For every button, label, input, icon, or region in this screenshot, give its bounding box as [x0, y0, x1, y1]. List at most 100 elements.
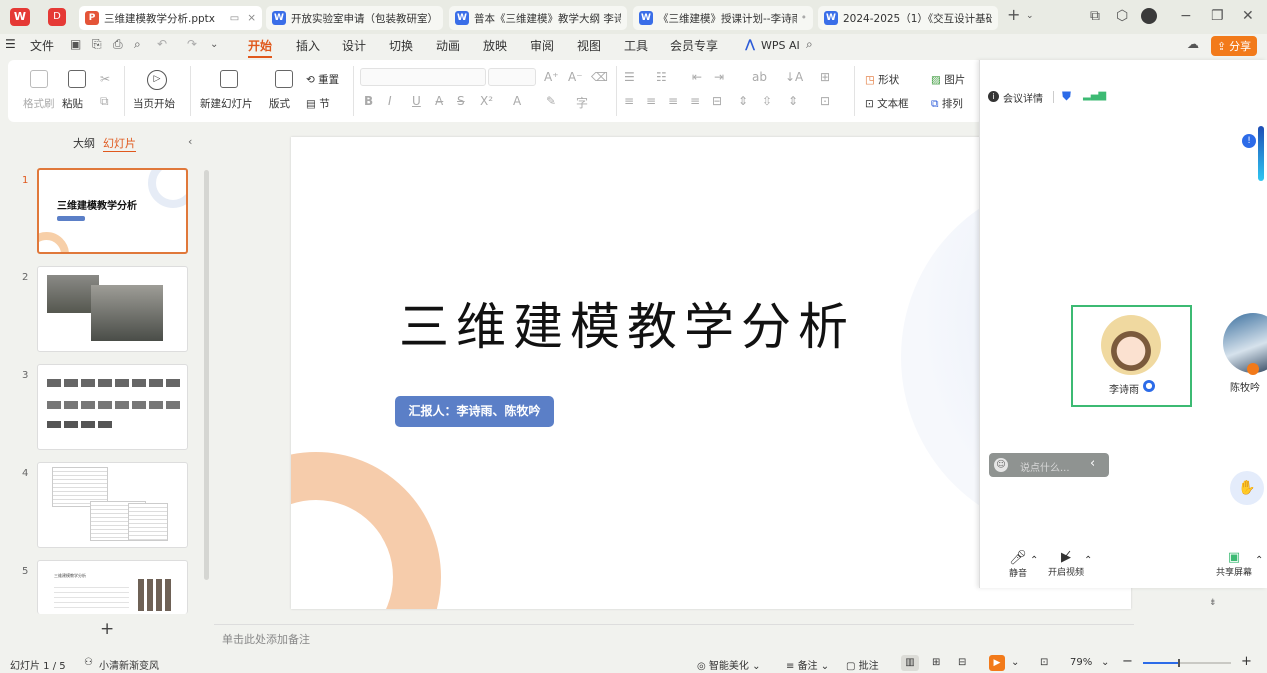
close-window-icon[interactable]: ✕	[1242, 8, 1254, 24]
tab-list-chevron-icon[interactable]: ⌄	[1026, 11, 1034, 21]
layout-icon[interactable]	[275, 70, 293, 88]
minimize-icon[interactable]: −	[1180, 8, 1192, 24]
strikethrough-icon[interactable]: A̶	[435, 94, 443, 108]
meeting-details-link[interactable]: 会议详情	[1003, 90, 1043, 105]
share-options-chevron-icon[interactable]: ⌃	[1255, 555, 1263, 566]
bullets-icon[interactable]: ☰	[624, 70, 635, 84]
line-spacing-icon[interactable]: ⇕	[738, 94, 748, 108]
tab-doc-2[interactable]: W 普本《三维建模》教学大纲 李诗	[449, 6, 627, 30]
format-painter-icon[interactable]	[30, 70, 48, 88]
cloud-upload-icon[interactable]: ☁	[1187, 37, 1199, 51]
print-icon[interactable]: ⎙	[113, 37, 123, 52]
text-direction-icon[interactable]: ab	[752, 70, 767, 84]
mute-options-chevron-icon[interactable]: ⌃	[1030, 555, 1038, 566]
tab-outline[interactable]: 大纲	[73, 135, 95, 151]
chat-bar[interactable]: ☺ 说点什么... ‹	[989, 453, 1109, 477]
notification-badge[interactable]: !	[1242, 134, 1256, 148]
share-button[interactable]: ⇪ 分享	[1211, 36, 1257, 56]
cube-icon[interactable]: ⬡	[1116, 8, 1128, 24]
next-slide-arrow-icon[interactable]: ⇟	[1209, 598, 1217, 608]
zoom-slider-thumb[interactable]	[1178, 659, 1181, 667]
notes-placeholder[interactable]: 单击此处添加备注	[222, 631, 310, 647]
collapse-panel-icon[interactable]: ‹	[188, 135, 192, 148]
video-options-chevron-icon[interactable]: ⌃	[1084, 555, 1092, 566]
shape-button[interactable]: ◳ 形状	[865, 72, 899, 87]
tab-doc-1[interactable]: W 开放实验室申请（包装教研室）.d	[266, 6, 443, 30]
font-shrink-icon[interactable]: A⁻	[568, 70, 583, 84]
menu-wps-ai[interactable]: WPS AI	[761, 39, 800, 52]
clear-format-icon[interactable]: ⌫	[591, 70, 608, 84]
zoom-chevron-icon[interactable]: ⌄	[1101, 657, 1109, 668]
fit-to-window-icon[interactable]: ⊡	[1040, 657, 1048, 668]
menu-insert[interactable]: 插入	[296, 37, 320, 54]
menu-design[interactable]: 设计	[342, 37, 366, 54]
menu-slideshow[interactable]: 放映	[483, 37, 507, 54]
chat-input-placeholder[interactable]: 说点什么...	[1020, 459, 1070, 474]
reset-button[interactable]: ⟲ 重置	[306, 72, 339, 87]
security-shield-icon[interactable]: ⛊	[1062, 89, 1071, 104]
arrange-button[interactable]: ⧉ 排列	[931, 96, 963, 111]
panel-scrollbar[interactable]	[204, 170, 209, 580]
menu-transition[interactable]: 切换	[389, 37, 413, 54]
pdf-app-icon[interactable]: D	[48, 8, 66, 26]
normal-view-icon[interactable]: ▥	[901, 655, 919, 671]
play-slideshow-button[interactable]: ▶	[989, 655, 1005, 671]
print-preview-icon[interactable]: ⌕	[134, 37, 141, 52]
emoji-icon[interactable]: ☺	[994, 458, 1008, 472]
columns-icon[interactable]: ⇕	[788, 94, 798, 108]
slide-thumbnail-2[interactable]	[37, 266, 188, 352]
tab-doc-4[interactable]: W 2024-2025（1）《交互设计基础	[818, 6, 998, 30]
shadow-icon[interactable]: S̶	[457, 94, 465, 108]
phonetic-icon[interactable]: 字	[576, 94, 588, 111]
raise-hand-button[interactable]: ✋	[1230, 471, 1264, 505]
reading-view-icon[interactable]: ⊟	[958, 657, 966, 668]
numbering-icon[interactable]: ☷	[656, 70, 667, 84]
participant-tile-speaking[interactable]: 李诗雨 ●	[1071, 305, 1192, 407]
user-avatar[interactable]	[1141, 8, 1157, 24]
redo-icon[interactable]: ↷	[187, 37, 197, 51]
menu-file[interactable]: 文件	[30, 37, 54, 54]
comments-button[interactable]: ▢ 批注	[846, 657, 879, 672]
sort-icon[interactable]: ↓A	[785, 70, 803, 84]
hamburger-icon[interactable]: ☰	[5, 37, 16, 51]
textbox-button[interactable]: ⊡ 文本框	[865, 96, 909, 111]
new-slide-button[interactable]: 新建幻灯片	[200, 96, 253, 111]
format-painter-button[interactable]: 格式刷	[23, 96, 55, 111]
menu-home[interactable]: 开始	[248, 37, 273, 58]
notes-area[interactable]	[214, 624, 1134, 650]
font-size-select[interactable]	[488, 68, 536, 86]
tab-doc-3[interactable]: W 《三维建模》授课计划--李诗雨 •	[633, 6, 813, 30]
theme-name[interactable]: 小清新渐变风	[99, 657, 159, 672]
copy-icon[interactable]: ⧉	[100, 94, 109, 109]
new-slide-icon[interactable]	[220, 70, 238, 88]
menu-view[interactable]: 视图	[577, 37, 601, 54]
wps-logo-icon[interactable]: W	[10, 8, 30, 26]
save-icon[interactable]: ▣	[70, 37, 81, 51]
zoom-level[interactable]: 79%	[1070, 657, 1092, 668]
search-icon[interactable]: ⌕	[806, 37, 813, 52]
reporter-label[interactable]: 汇报人：李诗雨、陈牧吟	[395, 396, 554, 427]
highlight-icon[interactable]: ✎	[546, 94, 556, 108]
underline-icon[interactable]: U	[412, 94, 421, 108]
convert-smartart-icon[interactable]: ⊞	[820, 70, 830, 84]
slide-thumbnail-5[interactable]: 三维建模教学分析	[37, 560, 188, 614]
zoom-slider[interactable]	[1143, 659, 1231, 667]
font-family-select[interactable]	[360, 68, 486, 86]
menu-member[interactable]: 会员专享	[670, 37, 718, 54]
zoom-in-icon[interactable]: +	[1241, 654, 1252, 669]
share-screen-button[interactable]: ▣ 共享屏幕	[1212, 550, 1256, 578]
slide-thumbnail-4[interactable]	[37, 462, 188, 548]
add-slide-button[interactable]: +	[100, 619, 114, 639]
bold-icon[interactable]: B	[364, 94, 373, 108]
start-from-current-button[interactable]: 当页开始	[133, 96, 175, 111]
window-switch-icon[interactable]: ⧉	[1090, 8, 1100, 24]
chat-collapse-icon[interactable]: ‹	[1090, 456, 1095, 471]
font-color-icon[interactable]: A	[513, 94, 521, 108]
slide-title[interactable]: 三维建模教学分析	[399, 287, 855, 359]
slideshow-options-chevron-icon[interactable]: ⌄	[1011, 657, 1019, 668]
slide-thumbnail-3[interactable]	[37, 364, 188, 450]
tab-slides[interactable]: 幻灯片	[103, 135, 136, 152]
superscript-icon[interactable]: X²	[480, 94, 493, 108]
font-grow-icon[interactable]: A⁺	[544, 70, 559, 84]
zoom-out-icon[interactable]: −	[1122, 654, 1133, 669]
